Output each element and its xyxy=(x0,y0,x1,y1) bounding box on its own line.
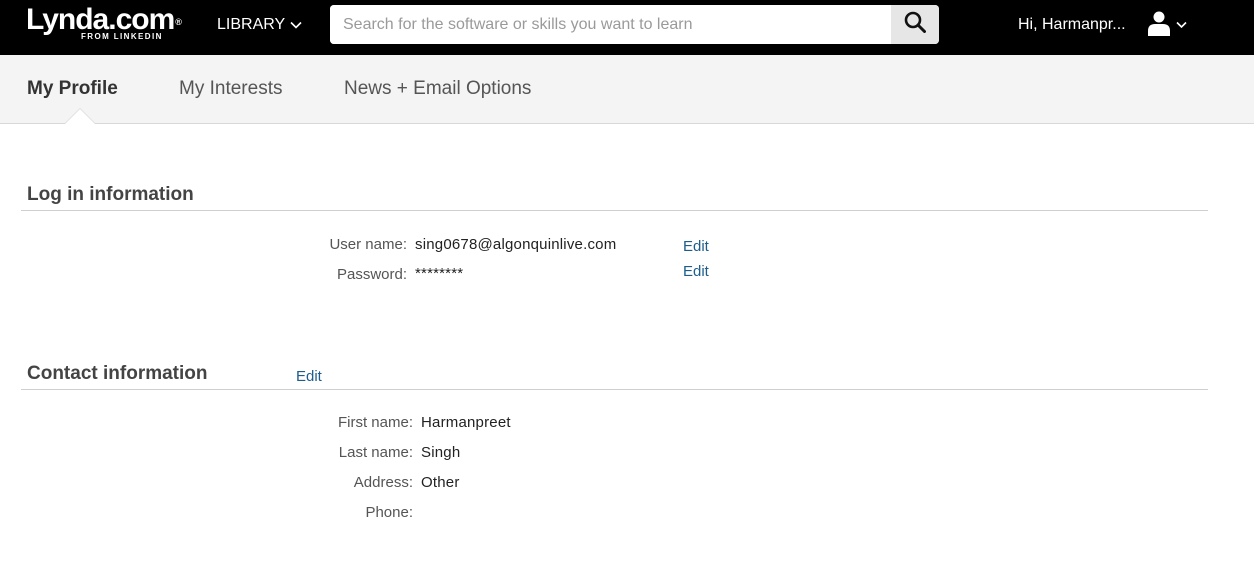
password-label: Password: xyxy=(336,266,407,283)
address-label: Address: xyxy=(353,474,413,491)
edit-contact-link[interactable]: Edit xyxy=(296,367,322,387)
search-icon xyxy=(904,11,926,38)
tab-my-interests[interactable]: My Interests xyxy=(179,77,282,101)
last-name-label: Last name: xyxy=(338,444,413,461)
password-value: ******** xyxy=(415,265,464,282)
lynda-logo[interactable]: Lynda.com® FROM LINKEDIN xyxy=(26,3,190,43)
username-value: sing0678@algonquinlive.com xyxy=(415,236,617,253)
phone-label: Phone: xyxy=(365,504,413,521)
address-value: Other xyxy=(421,474,460,491)
first-name-label: First name: xyxy=(337,414,413,431)
search-button[interactable] xyxy=(891,5,939,44)
last-name-value: Singh xyxy=(421,444,461,461)
username-label: User name: xyxy=(329,236,407,253)
logo-subtext: FROM LINKEDIN xyxy=(81,32,163,41)
user-icon xyxy=(1146,10,1172,41)
chevron-down-icon xyxy=(1176,16,1187,34)
first-name-value: Harmanpreet xyxy=(421,414,511,431)
tab-news-email-options[interactable]: News + Email Options xyxy=(344,77,531,101)
profile-tabs: My Profile My Interests News + Email Opt… xyxy=(0,55,1254,124)
contact-info-heading: Contact information xyxy=(27,363,208,384)
edit-password-link[interactable]: Edit xyxy=(683,262,709,282)
user-menu-button[interactable] xyxy=(1146,10,1190,40)
library-label: LIBRARY xyxy=(217,16,286,33)
user-greeting[interactable]: Hi, Harmanpr... xyxy=(1018,14,1126,36)
library-menu-button[interactable]: LIBRARY xyxy=(217,14,302,36)
login-info-divider xyxy=(21,210,1208,211)
top-nav-bar: Lynda.com® FROM LINKEDIN LIBRARY Hi, Har… xyxy=(0,0,1254,55)
contact-info-divider xyxy=(21,389,1208,390)
edit-username-link[interactable]: Edit xyxy=(683,237,709,257)
logo-registered-mark: ® xyxy=(175,17,182,27)
search-input[interactable] xyxy=(330,5,891,44)
chevron-down-icon xyxy=(290,14,302,36)
login-info-heading: Log in information xyxy=(27,184,194,205)
tab-my-profile[interactable]: My Profile xyxy=(27,77,118,101)
search-bar xyxy=(330,5,939,44)
